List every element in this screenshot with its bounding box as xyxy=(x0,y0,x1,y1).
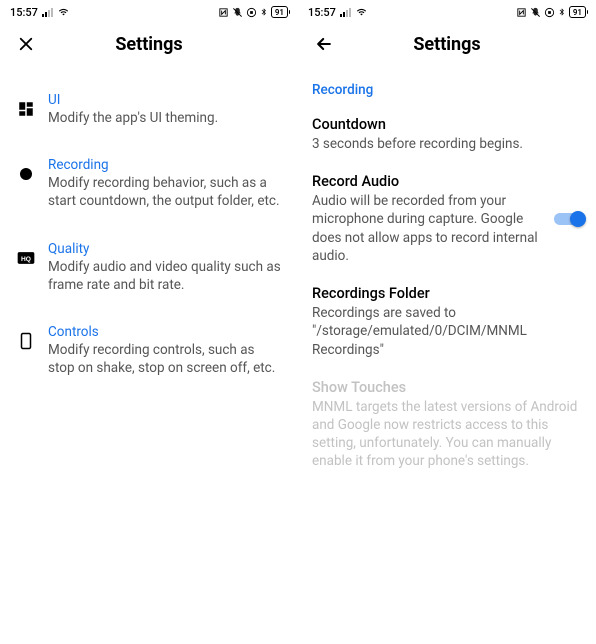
dashboard-icon xyxy=(14,97,38,121)
app-header: Settings xyxy=(0,24,298,64)
setting-countdown[interactable]: Countdown 3 seconds before recording beg… xyxy=(312,116,582,153)
hq-icon: HQ xyxy=(14,246,38,270)
record-audio-toggle[interactable] xyxy=(554,211,584,227)
back-button[interactable] xyxy=(312,32,336,56)
mute-icon xyxy=(530,7,541,18)
item-desc: Modify the app's UI theming. xyxy=(48,109,284,127)
phone-icon xyxy=(14,329,38,353)
setting-show-touches: Show Touches MNML targets the latest ver… xyxy=(312,379,582,471)
setting-desc: Recordings are saved to "/storage/emulat… xyxy=(312,304,582,359)
battery-icon: 91 xyxy=(271,6,288,18)
item-title: UI xyxy=(48,92,284,108)
record-icon xyxy=(14,162,38,186)
bluetooth-icon xyxy=(260,6,268,18)
recording-settings-screen: 15:57 91 Settings Recording Countdown 3 … xyxy=(298,0,596,644)
wifi-icon xyxy=(57,7,70,17)
back-arrow-icon xyxy=(314,34,334,54)
nfc-icon xyxy=(218,7,229,18)
item-title: Recording xyxy=(48,157,284,173)
close-button[interactable] xyxy=(14,32,38,56)
page-title: Settings xyxy=(298,34,596,55)
wifi-icon xyxy=(355,7,368,17)
item-title: Quality xyxy=(48,241,284,257)
settings-item-recording[interactable]: Recording Modify recording behavior, suc… xyxy=(14,147,284,220)
status-time: 15:57 xyxy=(10,6,38,19)
recording-settings-list: Recording Countdown 3 seconds before rec… xyxy=(298,64,596,644)
setting-title: Record Audio xyxy=(312,173,582,190)
settings-item-quality[interactable]: HQ Quality Modify audio and video qualit… xyxy=(14,231,284,304)
item-desc: Modify recording controls, such as stop … xyxy=(48,341,284,377)
setting-record-audio[interactable]: Record Audio Audio will be recorded from… xyxy=(312,173,582,265)
settings-item-controls[interactable]: Controls Modify recording controls, such… xyxy=(14,314,284,387)
setting-desc: 3 seconds before recording begins. xyxy=(312,135,582,153)
section-heading: Recording xyxy=(312,82,582,98)
settings-list: UI Modify the app's UI theming. Recordin… xyxy=(0,64,298,644)
settings-main-screen: 15:57 91 Settings UI Modify the app's UI… xyxy=(0,0,298,644)
setting-title: Show Touches xyxy=(312,379,582,396)
settings-item-ui[interactable]: UI Modify the app's UI theming. xyxy=(14,82,284,137)
signal-icon xyxy=(340,7,351,17)
item-desc: Modify audio and video quality such as f… xyxy=(48,258,284,294)
item-title: Controls xyxy=(48,324,284,340)
status-bar: 15:57 91 xyxy=(298,0,596,24)
battery-icon: 91 xyxy=(569,6,586,18)
signal-icon xyxy=(42,7,53,17)
setting-desc: MNML targets the latest versions of Andr… xyxy=(312,398,582,471)
setting-recordings-folder[interactable]: Recordings Folder Recordings are saved t… xyxy=(312,285,582,359)
page-title: Settings xyxy=(0,34,298,55)
app-header: Settings xyxy=(298,24,596,64)
svg-text:HQ: HQ xyxy=(21,256,31,263)
rotation-icon xyxy=(544,7,555,18)
rotation-icon xyxy=(246,7,257,18)
item-desc: Modify recording behavior, such as a sta… xyxy=(48,174,284,210)
close-icon xyxy=(17,35,35,53)
bluetooth-icon xyxy=(558,6,566,18)
setting-title: Recordings Folder xyxy=(312,285,582,302)
setting-title: Countdown xyxy=(312,116,582,133)
setting-desc: Audio will be recorded from your microph… xyxy=(312,192,582,265)
status-bar: 15:57 91 xyxy=(0,0,298,24)
mute-icon xyxy=(232,7,243,18)
nfc-icon xyxy=(516,7,527,18)
status-time: 15:57 xyxy=(308,6,336,19)
